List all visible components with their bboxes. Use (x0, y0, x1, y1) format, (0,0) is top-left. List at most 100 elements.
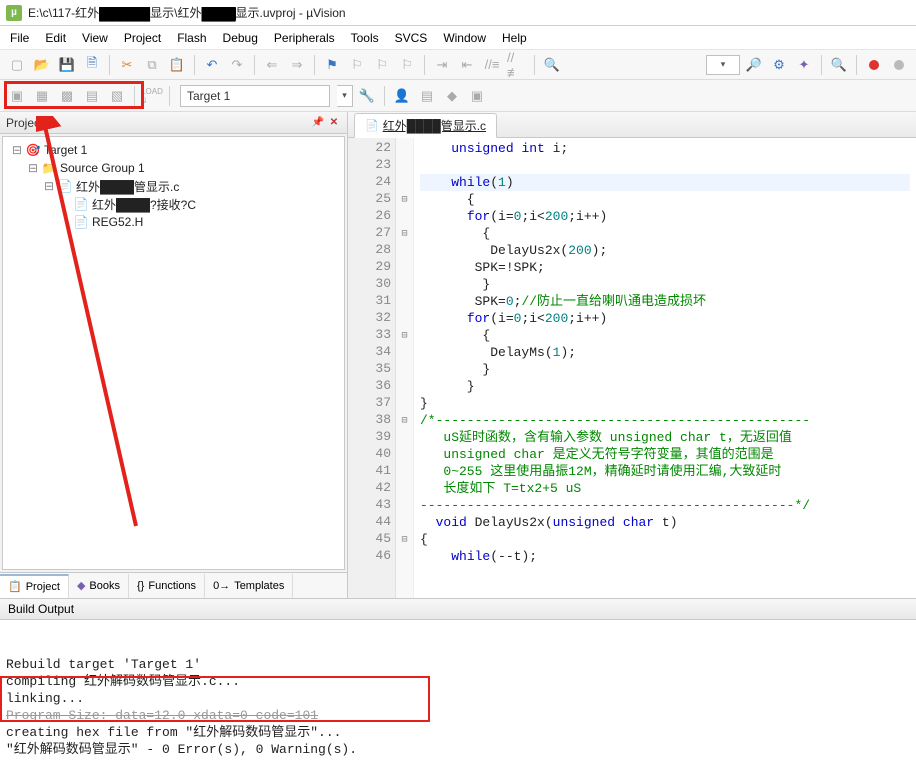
file-icon: 📄 (365, 119, 379, 132)
main-toolbar: ▢ 📂 💾 🗎 ✂ ⧉ 📋 ↶ ↷ ⇐ ⇒ ⚑ ⚐ ⚐ ⚐ ⇥ ⇤ //≡ //… (0, 50, 916, 80)
code-editor[interactable]: 2223242526272829303132333435363738394041… (348, 138, 916, 598)
nav-back-icon[interactable]: ⇐ (261, 54, 283, 76)
tree-file-dep2[interactable]: 📄 REG52.H (5, 213, 342, 231)
uncomment-icon[interactable]: //≢ (506, 54, 528, 76)
build-output-header: Build Output (0, 598, 916, 620)
tree-group[interactable]: ⊟ 📁 Source Group 1 (5, 159, 342, 177)
tab-templates[interactable]: 0→Templates (205, 574, 293, 598)
cut-icon[interactable]: ✂ (116, 54, 138, 76)
templates-tab-icon: 0→ (213, 580, 230, 592)
target-icon: 🎯 (25, 143, 41, 157)
debug-start-icon[interactable]: 🔍 (828, 54, 850, 76)
manage-project-icon[interactable]: 👤 (391, 85, 413, 107)
editor-tabs: 📄 红外████管显示.c (348, 112, 916, 138)
breakpoint-icon[interactable] (888, 54, 910, 76)
packs-icon[interactable]: ▣ (466, 85, 488, 107)
c-file-icon: 📄 (73, 197, 89, 211)
separator (534, 55, 535, 75)
tree-file-main[interactable]: ⊟ 📄 红外████管显示.c (5, 177, 342, 195)
tab-functions[interactable]: {}Functions (129, 574, 205, 598)
new-file-icon[interactable]: ▢ (6, 54, 28, 76)
separator (109, 55, 110, 75)
line-number-gutter: 2223242526272829303132333435363738394041… (348, 138, 396, 598)
menubar: File Edit View Project Flash Debug Perip… (0, 26, 916, 50)
outdent-icon[interactable]: ⇤ (456, 54, 478, 76)
indent-icon[interactable]: ⇥ (431, 54, 453, 76)
find-icon[interactable]: 🔎 (743, 54, 765, 76)
tree-collapse-icon[interactable]: ⊟ (9, 143, 25, 157)
copy-icon[interactable]: ⧉ (141, 54, 163, 76)
bookmark-clear-icon[interactable]: ⚐ (396, 54, 418, 76)
undo-icon[interactable]: ↶ (201, 54, 223, 76)
main-area: Project 📌 ✕ ⊟ 🎯 Target 1 ⊟ 📁 Source Grou… (0, 112, 916, 598)
download-icon[interactable]: LOAD⇓ (141, 85, 163, 107)
record-icon[interactable] (863, 54, 885, 76)
menu-view[interactable]: View (82, 31, 108, 45)
menu-window[interactable]: Window (443, 31, 486, 45)
code-text[interactable]: unsigned int i; while(1) { for(i=0;i<200… (414, 138, 916, 598)
tab-project[interactable]: 📋Project (0, 574, 69, 598)
build-output[interactable]: Rebuild target 'Target 1'compiling 红外解码数… (0, 620, 916, 766)
menu-tools[interactable]: Tools (351, 31, 379, 45)
translate-icon[interactable]: ▣ (6, 85, 28, 107)
find-combo[interactable]: ▾ (706, 55, 740, 75)
tree-collapse-icon[interactable]: ⊟ (41, 179, 57, 193)
target-dropdown-icon[interactable]: ▾ (337, 85, 353, 107)
target-select[interactable]: Target 1 (180, 85, 330, 107)
comment-icon[interactable]: //≡ (481, 54, 503, 76)
stop-build-icon[interactable]: ▧ (106, 85, 128, 107)
pane-title: Project (6, 116, 43, 130)
bookmark-icon[interactable]: ⚑ (321, 54, 343, 76)
redo-icon[interactable]: ↷ (226, 54, 248, 76)
folder-icon: 📁 (41, 161, 57, 175)
pane-close-icon[interactable]: ✕ (327, 116, 341, 130)
project-pane: Project 📌 ✕ ⊟ 🎯 Target 1 ⊟ 📁 Source Grou… (0, 112, 348, 598)
tab-books[interactable]: ◆Books (69, 574, 129, 598)
menu-file[interactable]: File (10, 31, 29, 45)
separator (821, 55, 822, 75)
bookmark-prev-icon[interactable]: ⚐ (346, 54, 368, 76)
separator (424, 55, 425, 75)
tree-collapse-icon[interactable]: ⊟ (25, 161, 41, 175)
components-icon[interactable]: ◆ (441, 85, 463, 107)
menu-peripherals[interactable]: Peripherals (274, 31, 335, 45)
window-title: E:\c\117-红外██████显示\红外████显示.uvproj - µV… (28, 4, 346, 21)
batch-build-icon[interactable]: ▤ (81, 85, 103, 107)
paste-icon[interactable]: 📋 (166, 54, 188, 76)
pane-pin-icon[interactable]: 📌 (311, 116, 325, 130)
separator (134, 86, 135, 106)
editor-tab-active[interactable]: 📄 红外████管显示.c (354, 113, 497, 138)
separator (169, 86, 170, 106)
fold-column[interactable]: ⊟⊟⊟⊟⊟ (396, 138, 414, 598)
separator (194, 55, 195, 75)
debug-config-icon[interactable]: ⚙ (768, 54, 790, 76)
app-icon: µ (6, 5, 22, 21)
build-icon[interactable]: ▦ (31, 85, 53, 107)
open-file-icon[interactable]: 📂 (31, 54, 53, 76)
project-tree[interactable]: ⊟ 🎯 Target 1 ⊟ 📁 Source Group 1 ⊟ 📄 红外██… (2, 136, 345, 570)
menu-edit[interactable]: Edit (45, 31, 66, 45)
h-file-icon: 📄 (73, 215, 89, 229)
save-icon[interactable]: 💾 (56, 54, 78, 76)
options-icon[interactable]: ✦ (793, 54, 815, 76)
project-pane-tabs: 📋Project ◆Books {}Functions 0→Templates (0, 572, 347, 598)
menu-help[interactable]: Help (502, 31, 527, 45)
menu-debug[interactable]: Debug (223, 31, 258, 45)
project-tab-icon: 📋 (8, 580, 22, 593)
nav-fwd-icon[interactable]: ⇒ (286, 54, 308, 76)
functions-tab-icon: {} (137, 580, 144, 592)
groups-icon[interactable]: ▤ (416, 85, 438, 107)
separator (384, 86, 385, 106)
separator (254, 55, 255, 75)
menu-project[interactable]: Project (124, 31, 161, 45)
target-options-icon[interactable]: 🔧 (356, 85, 378, 107)
rebuild-icon[interactable]: ▩ (56, 85, 78, 107)
find-in-files-icon[interactable]: 🔍 (541, 54, 563, 76)
bookmark-next-icon[interactable]: ⚐ (371, 54, 393, 76)
tree-target[interactable]: ⊟ 🎯 Target 1 (5, 141, 342, 159)
save-all-icon[interactable]: 🗎 (81, 54, 103, 76)
tree-file-dep1[interactable]: 📄 红外████?接收?C (5, 195, 342, 213)
editor-pane: 📄 红外████管显示.c 22232425262728293031323334… (348, 112, 916, 598)
menu-flash[interactable]: Flash (177, 31, 206, 45)
menu-svcs[interactable]: SVCS (395, 31, 428, 45)
